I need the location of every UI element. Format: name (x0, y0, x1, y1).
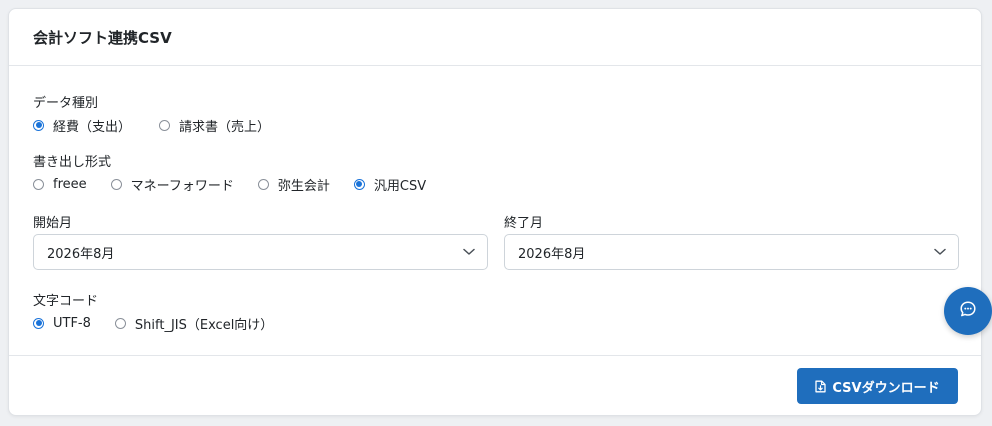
start-month-value: 2026年8月 (47, 246, 115, 262)
chat-bubble-icon (959, 300, 977, 322)
end-month-select[interactable]: 2026年8月 (504, 234, 959, 270)
radio-freee-indicator[interactable] (33, 178, 44, 190)
chevron-down-icon (934, 248, 946, 256)
radio-utf8[interactable]: UTF-8 (33, 316, 91, 331)
csv-export-card: 会計ソフト連携CSV データ種別 経費（支出） 請求書（売上） 書き出し形式 f… (8, 8, 982, 416)
csv-download-button[interactable]: CSVダウンロード (797, 368, 958, 404)
csv-download-label: CSVダウンロード (832, 380, 940, 396)
data-type-radio-group: 経費（支出） 請求書（売上） (33, 115, 294, 135)
radio-invoice-indicator[interactable] (159, 119, 171, 131)
radio-shiftjis-indicator[interactable] (114, 317, 126, 329)
start-month-label: 開始月 (33, 216, 73, 231)
radio-generic-csv-label: 汎用CSV (373, 178, 427, 194)
radio-freee-label: freee (53, 176, 87, 192)
radio-invoice-label: 請求書（売上） (179, 119, 271, 135)
export-format-radio-group: freee マネーフォワード 弥生会計 汎用CSV (33, 174, 450, 194)
start-month-select[interactable]: 2026年8月 (33, 234, 488, 270)
radio-generic-csv[interactable]: 汎用CSV (353, 175, 427, 194)
radio-expense-label: 経費（支出） (53, 119, 132, 135)
radio-generic-csv-indicator[interactable] (353, 178, 365, 190)
file-download-icon (815, 380, 827, 393)
card-footer: CSVダウンロード (9, 356, 981, 415)
radio-shiftjis-label: Shift_JIS（Excel向け） (134, 317, 274, 333)
radio-utf8-label: UTF-8 (53, 315, 91, 331)
radio-moneyforward-indicator[interactable] (110, 178, 122, 190)
radio-yayoi[interactable]: 弥生会計 (257, 175, 330, 194)
radio-invoice[interactable]: 請求書（売上） (159, 116, 270, 135)
radio-shiftjis[interactable]: Shift_JIS（Excel向け） (114, 314, 274, 333)
card-header: 会計ソフト連携CSV (9, 9, 981, 66)
chevron-down-icon (463, 248, 475, 256)
data-type-label: データ種別 (33, 96, 99, 111)
encoding-label: 文字コード (33, 294, 99, 309)
radio-expense[interactable]: 経費（支出） (33, 116, 131, 135)
radio-expense-indicator[interactable] (33, 119, 44, 131)
radio-moneyforward-label: マネーフォワード (130, 178, 234, 194)
radio-yayoi-label: 弥生会計 (277, 178, 330, 194)
radio-moneyforward[interactable]: マネーフォワード (110, 175, 234, 194)
chat-button[interactable] (944, 287, 992, 335)
encoding-radio-group: UTF-8 Shift_JIS（Excel向け） (33, 313, 297, 333)
end-month-label: 終了月 (504, 216, 544, 231)
radio-freee[interactable]: freee (33, 177, 87, 192)
card-title: 会計ソフト連携CSV (33, 28, 172, 47)
card-body: データ種別 経費（支出） 請求書（売上） 書き出し形式 freee マネーフォワ… (9, 66, 981, 356)
end-month-value: 2026年8月 (518, 246, 586, 262)
radio-utf8-indicator[interactable] (33, 317, 44, 329)
radio-yayoi-indicator[interactable] (257, 178, 269, 190)
export-format-label: 書き出し形式 (33, 155, 112, 170)
